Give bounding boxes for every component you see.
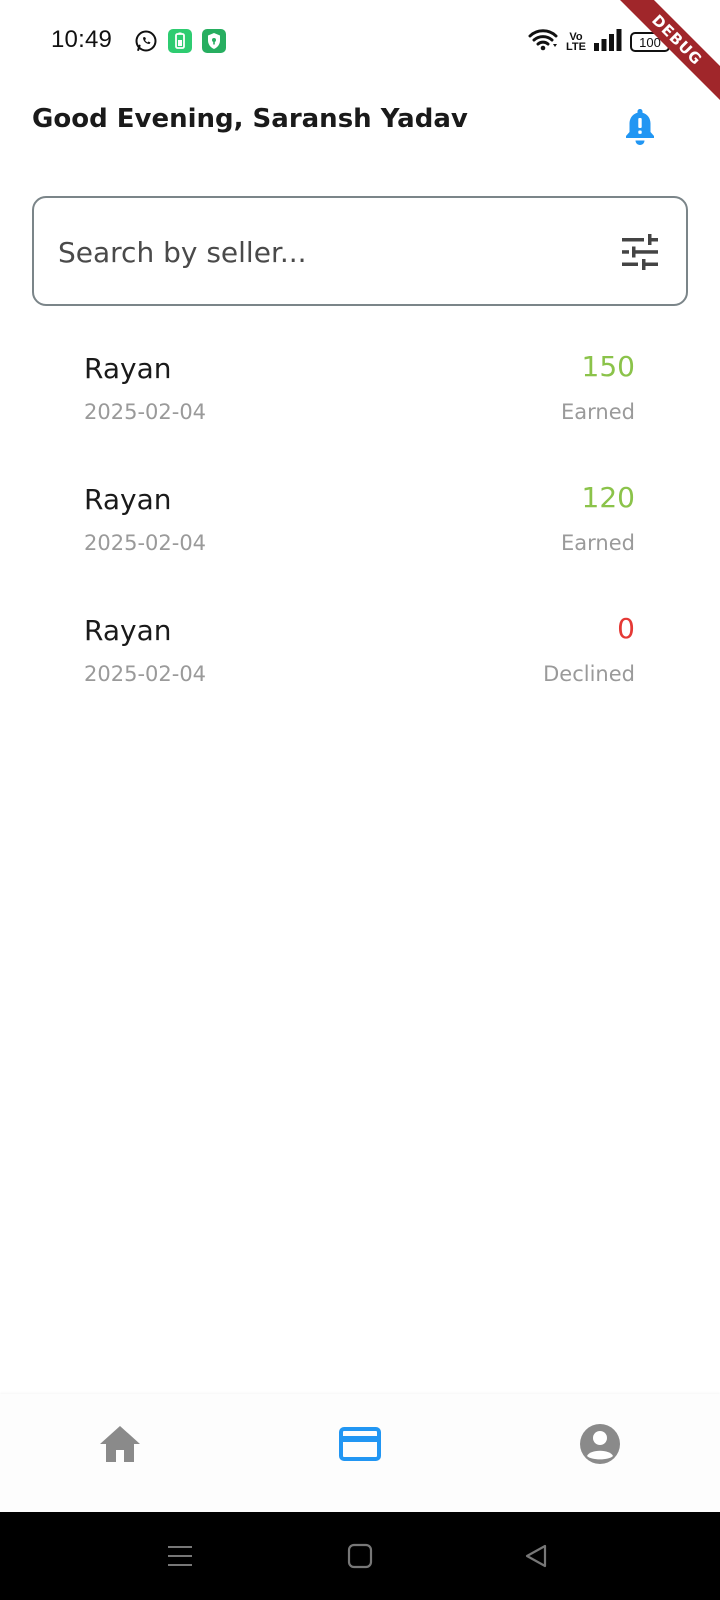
- search-input[interactable]: [56, 224, 580, 280]
- notification-bell-icon[interactable]: [622, 106, 658, 146]
- transaction-row[interactable]: Rayan 2025-02-04 150 Earned: [0, 340, 720, 471]
- volte-indicator: Vo LTE: [566, 32, 586, 53]
- status-app-icons: [134, 29, 226, 53]
- transaction-status: Declined: [543, 662, 635, 686]
- battery-saver-icon: [168, 29, 192, 53]
- system-navigation-bar: [0, 1512, 720, 1600]
- search-box: [32, 196, 688, 306]
- transaction-date: 2025-02-04: [84, 662, 207, 686]
- back-icon[interactable]: [514, 1534, 558, 1578]
- status-bar: 10:49 Vo LTE 100 DEBUG: [0, 0, 720, 109]
- home-icon: [100, 1426, 140, 1462]
- nav-profile[interactable]: [570, 1414, 630, 1474]
- transaction-status: Earned: [561, 400, 635, 424]
- nav-home[interactable]: [90, 1414, 150, 1474]
- seller-name: Rayan: [84, 483, 172, 516]
- transaction-list: Rayan 2025-02-04 150 Earned Rayan 2025-0…: [0, 340, 720, 733]
- transaction-amount: 0: [617, 612, 635, 645]
- shield-icon: [202, 29, 226, 53]
- filter-tune-icon[interactable]: [620, 234, 660, 270]
- transaction-amount: 150: [581, 350, 635, 383]
- home-button-icon[interactable]: [338, 1534, 382, 1578]
- transaction-status: Earned: [561, 531, 635, 555]
- transaction-date: 2025-02-04: [84, 531, 207, 555]
- status-time: 10:49: [51, 26, 113, 53]
- account-icon: [580, 1424, 620, 1464]
- transaction-amount: 120: [581, 481, 635, 514]
- card-icon: [339, 1427, 381, 1461]
- whatsapp-icon: [134, 29, 158, 53]
- transaction-row[interactable]: Rayan 2025-02-04 0 Declined: [0, 602, 720, 733]
- nav-cards[interactable]: [330, 1414, 390, 1474]
- seller-name: Rayan: [84, 614, 172, 647]
- wifi-icon: [528, 28, 558, 56]
- status-right-icons: Vo LTE 100: [528, 28, 673, 56]
- bottom-navigation: [0, 1394, 720, 1512]
- volte-bottom: LTE: [566, 41, 586, 53]
- seller-name: Rayan: [84, 352, 172, 385]
- recent-apps-icon[interactable]: [158, 1534, 202, 1578]
- signal-icon: [594, 29, 622, 55]
- greeting-title: Good Evening, Saransh Yadav: [32, 104, 468, 134]
- transaction-row[interactable]: Rayan 2025-02-04 120 Earned: [0, 471, 720, 602]
- transaction-date: 2025-02-04: [84, 400, 207, 424]
